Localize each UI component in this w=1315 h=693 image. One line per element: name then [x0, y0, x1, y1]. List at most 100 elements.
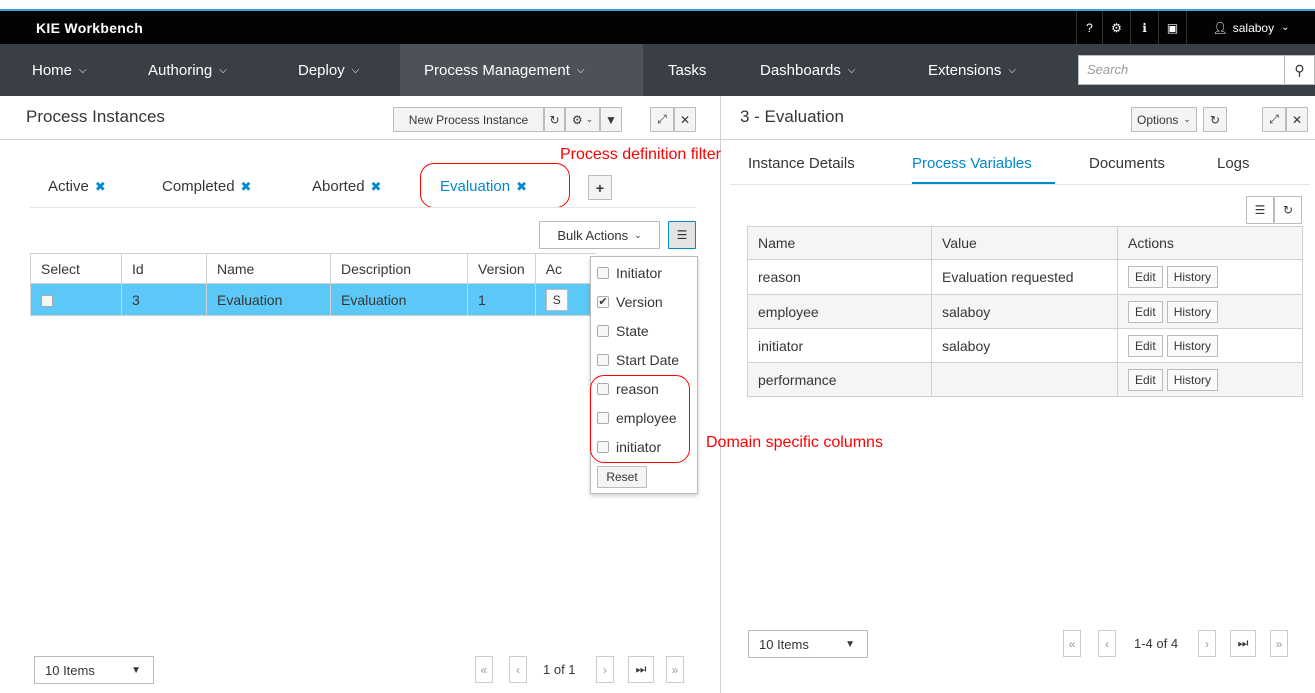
column-option-state[interactable]: State [597, 323, 649, 339]
last-page-icon[interactable]: ⏭ [628, 656, 654, 683]
edit-button[interactable]: Edit [1128, 266, 1163, 288]
column-header: Name [747, 226, 932, 260]
annotation-highlight [420, 163, 570, 208]
first-page-icon[interactable]: « [475, 656, 493, 683]
close-icon[interactable]: ✖ [241, 179, 252, 194]
annotation-columns: Domain specific columns [706, 434, 883, 451]
page-size-select[interactable]: 10 Items ▼ [34, 656, 154, 684]
variable-value: salaboy [931, 328, 1118, 363]
question-icon[interactable]: ? [1076, 11, 1102, 44]
edit-button[interactable]: Edit [1128, 368, 1163, 391]
chevron-down-icon: ⌵ [79, 64, 87, 76]
column-header: Value [931, 226, 1118, 260]
tab-documents[interactable]: Documents [1089, 155, 1165, 172]
next-page-icon[interactable]: › [1198, 630, 1216, 657]
annotation-filter: Process definition filter [560, 146, 721, 163]
column-option-initiator-cap[interactable]: Initiator [597, 265, 662, 281]
select-cell[interactable] [30, 283, 122, 316]
new-process-instance-button[interactable]: New Process Instance [393, 107, 544, 132]
nav-dashboards[interactable]: Dashboards ⌵ [744, 44, 855, 96]
user-menu[interactable]: 👤︎ salaboy ⌄ [1186, 11, 1315, 44]
filter-tab-active[interactable]: Active ✖ [48, 178, 106, 195]
history-button[interactable]: History [1166, 334, 1219, 357]
filter-tab-aborted[interactable]: Aborted ✖ [312, 178, 381, 195]
nav-home[interactable]: Home ⌵ [18, 44, 87, 96]
history-button[interactable]: History [1166, 300, 1219, 323]
close-icon[interactable]: ✖ [95, 179, 106, 194]
variable-value [931, 362, 1118, 397]
maximize-icon[interactable]: ⤢ [650, 107, 674, 132]
filter-tab-completed[interactable]: Completed ✖ [162, 178, 251, 195]
search-input[interactable]: Search [1078, 55, 1285, 85]
edit-button[interactable]: Edit [1128, 300, 1163, 323]
table-header: Select Id Name Description Version Ac [30, 253, 596, 284]
column-header[interactable]: Select [30, 253, 122, 284]
options-button[interactable]: Options ⌄ [1131, 107, 1197, 132]
variable-name: reason [747, 259, 932, 295]
info-icon[interactable]: ℹ [1130, 11, 1158, 44]
columns-icon[interactable]: ☰ [668, 221, 696, 249]
caret-down-icon: ▼ [131, 664, 141, 676]
column-header[interactable]: Id [121, 253, 207, 284]
column-header[interactable]: Ac [534, 253, 596, 284]
prev-page-icon[interactable]: ‹ [509, 656, 527, 683]
column-header[interactable]: Description [330, 253, 468, 284]
column-header: Actions [1117, 226, 1303, 260]
nav-tasks[interactable]: Tasks [652, 44, 706, 96]
table-row[interactable]: 3 Evaluation Evaluation 1 S [30, 283, 596, 316]
main-nav: Home ⌵ Authoring ⌵ Deploy ⌵ Process Managem… [0, 44, 1315, 96]
process-variables-table: Name Value Actions reason Evaluation req… [747, 226, 1303, 397]
chevron-down-icon: ⌄ [634, 229, 642, 240]
bulk-actions-button[interactable]: Bulk Actions ⌄ [539, 221, 660, 249]
tab-logs[interactable]: Logs [1217, 155, 1250, 172]
nav-authoring[interactable]: Authoring ⌵ [132, 44, 227, 96]
name-cell: Evaluation [206, 283, 331, 316]
table-row: initiator salaboy Edit History [747, 328, 1303, 363]
nav-extensions[interactable]: Extensions ⌵ [912, 44, 1016, 96]
column-header[interactable]: Name [206, 253, 331, 284]
prev-page-icon[interactable]: ‹ [1098, 630, 1116, 657]
settings-dropdown[interactable]: ⚙ ⌄ [565, 107, 600, 132]
description-cell: Evaluation [330, 283, 468, 316]
last-page-icon[interactable]: ⏭ [1230, 630, 1256, 657]
refresh-icon[interactable]: ↻ [1203, 107, 1227, 132]
nav-process-management[interactable]: Process Management ⌵ [400, 44, 643, 96]
annotation-highlight [590, 375, 690, 463]
version-cell: 1 [467, 283, 536, 316]
maximize-icon[interactable]: ⤢ [1262, 107, 1286, 132]
first-page-icon[interactable]: « [1063, 630, 1081, 657]
gear-icon: ⚙ [571, 112, 583, 127]
table-row: reason Evaluation requested Edit History [747, 259, 1303, 295]
page-size-select[interactable]: 10 Items ▼ [748, 630, 868, 658]
filter-icon[interactable]: ▼ [600, 107, 622, 132]
column-header[interactable]: Version [467, 253, 536, 284]
gear-icon[interactable]: ⚙ [1102, 11, 1130, 44]
end-page-icon[interactable]: » [1270, 630, 1288, 657]
edit-button[interactable]: Edit [1128, 334, 1163, 357]
refresh-icon[interactable]: ↻ [544, 107, 565, 132]
variable-name: initiator [747, 328, 932, 363]
history-button[interactable]: History [1166, 266, 1219, 288]
column-option-version[interactable]: ✔ Version [597, 294, 663, 310]
end-page-icon[interactable]: » [666, 656, 684, 683]
close-icon[interactable]: ✕ [1286, 107, 1308, 132]
close-icon[interactable]: ✖ [371, 179, 382, 194]
chevron-down-icon: ⌄ [1183, 114, 1191, 124]
row-checkbox[interactable] [41, 294, 53, 307]
tab-process-variables[interactable]: Process Variables [912, 155, 1032, 172]
reset-button[interactable]: Reset [597, 466, 647, 488]
next-page-icon[interactable]: › [596, 656, 614, 683]
columns-icon[interactable]: ☰ [1246, 196, 1274, 224]
search-icon[interactable]: ⚲ [1284, 55, 1315, 85]
action-cell[interactable]: S [534, 283, 596, 316]
refresh-icon[interactable]: ↻ [1274, 196, 1302, 224]
column-option-start-date[interactable]: Start Date [597, 352, 679, 368]
briefcase-icon[interactable]: ▣ [1158, 11, 1186, 44]
add-filter-button[interactable]: + [588, 175, 612, 200]
history-button[interactable]: History [1166, 368, 1219, 391]
tab-instance-details[interactable]: Instance Details [748, 155, 855, 172]
instance-title: 3 - Evaluation [740, 107, 844, 126]
nav-deploy[interactable]: Deploy ⌵ [282, 44, 359, 96]
close-icon[interactable]: ✕ [674, 107, 696, 132]
user-icon: 👤︎ [1212, 20, 1228, 35]
